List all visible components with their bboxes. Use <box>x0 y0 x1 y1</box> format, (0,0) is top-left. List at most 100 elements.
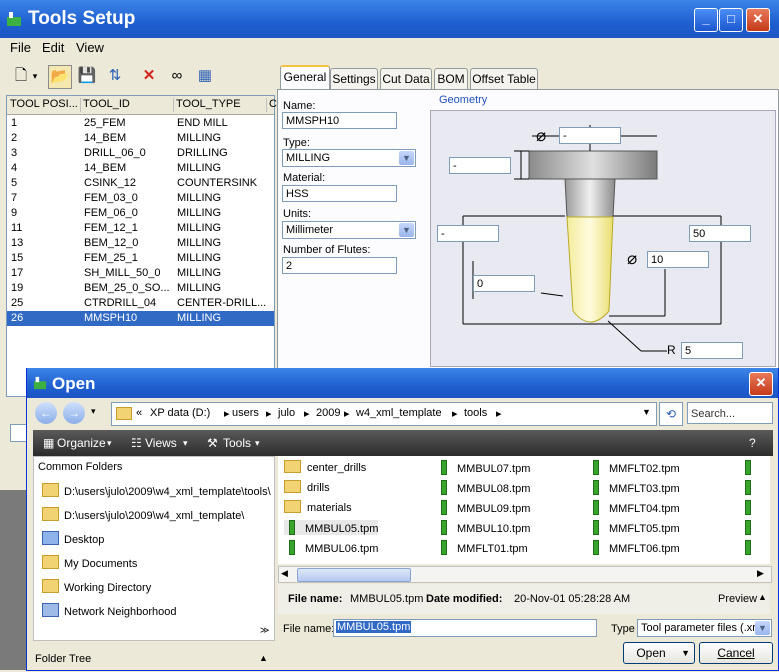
table-row[interactable]: 2 14_BEM MILLING <box>7 131 274 146</box>
tools-button[interactable]: Tools <box>223 436 251 450</box>
menu-file[interactable]: File <box>10 40 31 55</box>
chevron-up-icon[interactable]: ▲ <box>259 653 268 663</box>
delete-icon[interactable]: ✕ <box>138 65 160 87</box>
table-row[interactable]: 19 BEM_25_0_SO... MILLING <box>7 281 274 296</box>
search-input[interactable]: Search... <box>687 402 773 424</box>
flutes-field[interactable]: 2 <box>282 257 397 274</box>
nav-working-directory[interactable]: Working Directory <box>42 579 151 594</box>
col-tool-id[interactable]: TOOL_ID <box>83 98 174 112</box>
table-row[interactable]: 7 FEM_03_0 MILLING <box>7 191 274 206</box>
file-item[interactable]: MMFLT06.tpm <box>588 540 680 555</box>
file-type-select[interactable]: Tool parameter files (.xr ▼ <box>637 619 772 637</box>
table-row[interactable]: 3 DRILL_06_0 DRILLING <box>7 146 274 161</box>
total-length-field[interactable]: 50 <box>689 225 751 242</box>
path-w4-xml-template[interactable]: w4_xml_template <box>356 407 442 419</box>
path-dropdown-icon[interactable]: ▼ <box>642 407 651 417</box>
folder-item[interactable]: center_drills <box>284 460 366 474</box>
title-bar[interactable]: Tools Setup _ □ ✕ <box>0 0 779 38</box>
views-button[interactable]: Views <box>145 436 177 450</box>
nav-tools-folder[interactable]: D:\users\julo\2009\w4_xml_template\tools… <box>42 483 271 498</box>
open-button[interactable]: Open ▼ <box>623 642 695 664</box>
tab-offset-table[interactable]: Offset Table <box>470 68 538 89</box>
new-file-icon[interactable]: 🗋 <box>10 65 32 87</box>
path-chevron[interactable]: « <box>136 407 142 419</box>
close-button[interactable]: ✕ <box>746 8 770 32</box>
chevron-up-icon[interactable]: ▲ <box>758 592 767 602</box>
path-2009[interactable]: 2009 <box>316 407 340 419</box>
minimize-button[interactable]: _ <box>694 8 718 32</box>
top-diameter-field[interactable]: - <box>559 127 621 144</box>
type-select[interactable]: MILLING ▼ <box>282 149 416 167</box>
corner-field[interactable]: 0 <box>473 275 535 292</box>
file-item[interactable]: MMFLT04.tpm <box>588 500 680 515</box>
table-row[interactable]: 1 25_FEM END MILL <box>7 116 274 131</box>
col-more[interactable]: C <box>269 98 277 112</box>
scroll-right-icon[interactable]: ▶ <box>757 568 764 579</box>
chevron-down-icon[interactable]: ▼ <box>399 151 414 165</box>
table-row[interactable]: 17 SH_MILL_50_0 MILLING <box>7 266 274 281</box>
table-row[interactable]: 4 14_BEM MILLING <box>7 161 274 176</box>
dialog-close-button[interactable]: ✕ <box>749 372 773 396</box>
back-icon[interactable]: ← <box>35 402 57 424</box>
col-tool-type[interactable]: TOOL_TYPE <box>176 98 267 112</box>
folder-item[interactable]: materials <box>284 500 352 514</box>
nav-desktop[interactable]: Desktop <box>42 531 104 546</box>
table-row[interactable]: 26 MMSPH10 MILLING <box>7 311 274 326</box>
forward-icon[interactable]: → <box>63 402 85 424</box>
horizontal-scrollbar[interactable]: ◀ ▶ <box>278 566 772 583</box>
chevron-down-icon[interactable]: ▼ <box>681 643 690 663</box>
file-item[interactable]: MMBUL08.tpm <box>436 480 530 495</box>
nav-my-documents[interactable]: My Documents <box>42 555 137 570</box>
diameter-field[interactable]: 10 <box>647 251 709 268</box>
nav-template-folder[interactable]: D:\users\julo\2009\w4_xml_template\ <box>42 507 244 522</box>
organize-button[interactable]: Organize <box>57 436 106 450</box>
cancel-button[interactable]: Cancel <box>699 642 773 664</box>
file-item-partial[interactable] <box>740 520 761 535</box>
table-row[interactable]: 13 BEM_12_0 MILLING <box>7 236 274 251</box>
table-row[interactable]: 15 FEM_25_1 MILLING <box>7 251 274 266</box>
tab-general[interactable]: General <box>280 65 330 91</box>
file-item-partial[interactable] <box>740 540 761 555</box>
file-item[interactable]: MMBUL09.tpm <box>436 500 530 515</box>
file-item[interactable]: MMBUL05.tpm <box>284 520 379 535</box>
file-item[interactable]: MMFLT03.tpm <box>588 480 680 495</box>
col-tool-position[interactable]: TOOL POSI... <box>10 98 81 112</box>
material-field[interactable]: HSS <box>282 185 397 202</box>
path-xp-data[interactable]: XP data (D:) <box>150 407 210 419</box>
left-length-field[interactable]: - <box>437 225 499 242</box>
table-icon[interactable]: ▦ <box>194 65 216 87</box>
table-row[interactable]: 11 FEM_12_1 MILLING <box>7 221 274 236</box>
maximize-button[interactable]: □ <box>719 8 743 32</box>
name-field[interactable]: MMSPH10 <box>282 112 397 129</box>
file-item-partial[interactable] <box>740 500 761 515</box>
folder-item[interactable]: drills <box>284 480 330 494</box>
file-item[interactable]: MMBUL07.tpm <box>436 460 530 475</box>
file-item[interactable]: MMBUL10.tpm <box>436 520 530 535</box>
path-tools[interactable]: tools <box>464 407 487 419</box>
scroll-left-icon[interactable]: ◀ <box>281 568 288 579</box>
table-row[interactable]: 9 FEM_06_0 MILLING <box>7 206 274 221</box>
refresh-icon[interactable]: ⟲ <box>659 402 683 426</box>
file-item[interactable]: MMFLT01.tpm <box>436 540 528 555</box>
folder-tree-toggle[interactable]: Folder Tree <box>35 653 91 665</box>
radius-field[interactable]: 5 <box>681 342 743 359</box>
file-item-partial[interactable] <box>740 480 761 495</box>
preview-button[interactable]: Preview <box>718 593 757 605</box>
save-icon[interactable]: 💾 <box>76 65 98 87</box>
new-dropdown-icon[interactable]: ▾ <box>30 65 40 87</box>
head-height-field[interactable]: - <box>449 157 511 174</box>
open-folder-icon[interactable]: 📂 <box>48 65 72 89</box>
file-name-input[interactable]: MMBUL05.tpm <box>333 619 597 637</box>
file-item[interactable]: MMFLT05.tpm <box>588 520 680 535</box>
menu-edit[interactable]: Edit <box>42 40 64 55</box>
path-users[interactable]: users <box>232 407 259 419</box>
sort-icon[interactable]: ⇅ <box>104 65 126 87</box>
units-select[interactable]: Millimeter ▼ <box>282 221 416 239</box>
file-item[interactable]: MMBUL06.tpm <box>284 540 378 555</box>
path-julo[interactable]: julo <box>278 407 295 419</box>
history-dropdown-icon[interactable]: ▾ <box>91 406 96 417</box>
file-item[interactable]: MMFLT02.tpm <box>588 460 680 475</box>
chevron-down-icon[interactable]: ▼ <box>755 621 770 635</box>
open-title-bar[interactable]: Open ✕ <box>27 368 778 398</box>
table-row[interactable]: 5 CSINK_12 COUNTERSINK <box>7 176 274 191</box>
